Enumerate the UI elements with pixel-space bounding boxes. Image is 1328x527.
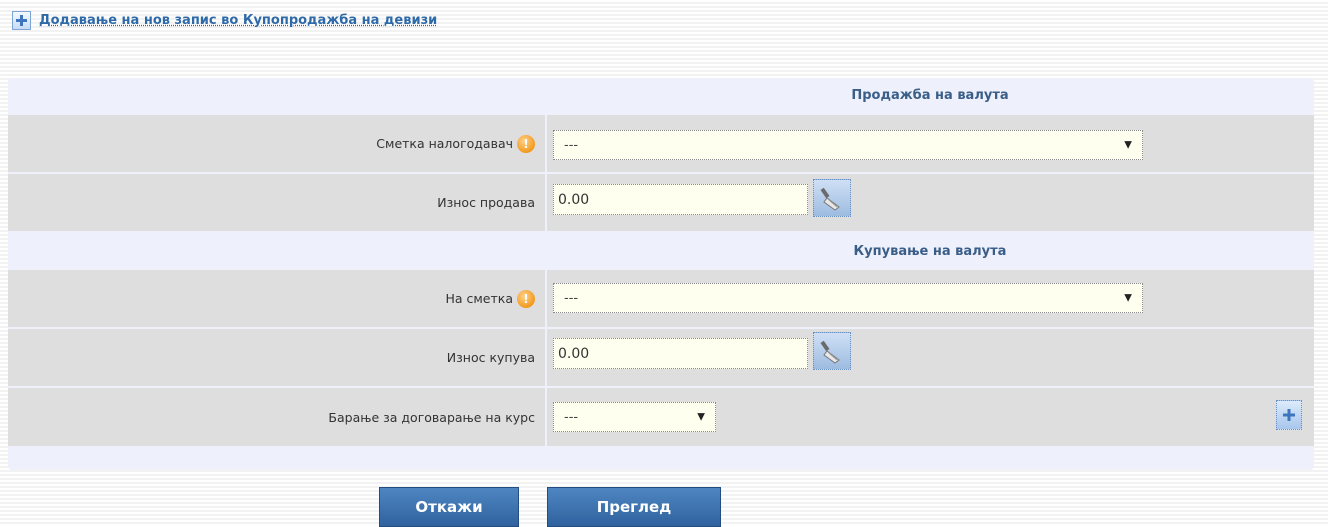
payer-account-field-cell: --- ▼ (547, 115, 1314, 172)
to-account-selected-value: --- (564, 290, 579, 306)
cancel-button[interactable]: Откажи (379, 487, 519, 527)
sell-section-title: Продажба на валута (851, 88, 1009, 103)
broom-icon (820, 340, 840, 364)
previous-page-text-fragment (0, 0, 1328, 8)
preview-button[interactable]: Преглед (547, 487, 721, 527)
rate-request-field-cell: --- ▼ (547, 388, 1314, 446)
add-record-link[interactable]: Додавање на нов запис во Купопродажба на… (39, 13, 437, 28)
plus-icon[interactable] (12, 10, 31, 30)
payer-account-label-cell: Сметка налогодавач ! (8, 115, 545, 172)
sell-amount-field-cell: 0.00 (547, 174, 1314, 231)
sell-amount-input[interactable]: 0.00 (553, 184, 808, 215)
to-account-label-cell: На сметка ! (8, 270, 545, 327)
buy-amount-field-cell: 0.00 (547, 329, 1314, 386)
buy-amount-input[interactable]: 0.00 (553, 338, 808, 369)
broom-icon (820, 187, 840, 211)
buy-amount-label-cell: Износ купува (8, 329, 545, 386)
sell-amount-label-cell: Износ продава (8, 174, 545, 231)
rate-request-label: Барање за договарање на курс (328, 409, 535, 425)
clear-buy-amount-button[interactable] (813, 332, 851, 370)
rate-request-select[interactable]: --- ▼ (553, 402, 716, 432)
plus-icon (1283, 409, 1295, 421)
add-rate-request-button[interactable] (1276, 400, 1302, 430)
add-record-header[interactable]: Додавање на нов запис во Купопродажба на… (12, 9, 437, 31)
info-icon: ! (517, 134, 535, 153)
chevron-down-icon: ▼ (1124, 292, 1132, 304)
rate-request-selected-value: --- (564, 409, 579, 425)
sell-amount-label: Износ продава (437, 195, 535, 210)
payer-account-select[interactable]: --- ▼ (553, 130, 1143, 160)
payer-account-label: Сметка налогодавач (376, 136, 513, 151)
payer-account-selected-value: --- (564, 137, 579, 153)
buy-section-title: Купување на валута (853, 244, 1007, 259)
to-account-label: На сметка (445, 291, 513, 306)
to-account-select[interactable]: --- ▼ (553, 283, 1143, 313)
chevron-down-icon: ▼ (697, 411, 705, 423)
buy-amount-label: Износ купува (446, 350, 535, 365)
to-account-field-cell: --- ▼ (547, 270, 1314, 327)
info-icon: ! (517, 289, 535, 308)
clear-sell-amount-button[interactable] (813, 179, 851, 217)
exchange-form-panel: Продажба на валута Сметка налогодавач ! … (8, 78, 1314, 470)
rate-request-label-cell: Барање за договарање на курс (8, 388, 545, 446)
chevron-down-icon: ▼ (1124, 139, 1132, 151)
